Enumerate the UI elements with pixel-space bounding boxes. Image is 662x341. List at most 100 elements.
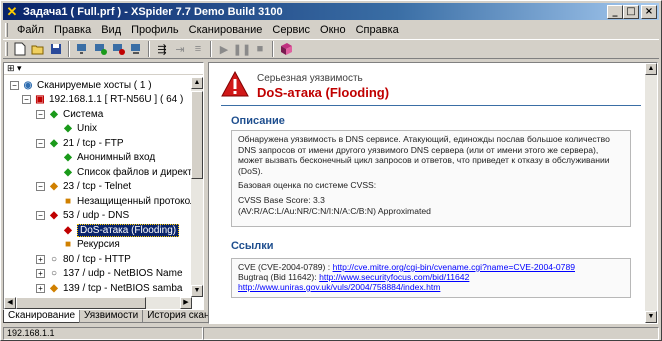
xspider-logo-icon: ✕ xyxy=(6,3,18,19)
play-icon[interactable]: ▶ xyxy=(216,41,232,57)
tree-node-label[interactable]: Рекурсия xyxy=(77,239,120,250)
collapse-icon[interactable]: − xyxy=(22,95,31,104)
tree-connector xyxy=(50,124,59,133)
tree-node-label[interactable]: Система xyxy=(63,109,103,120)
port-icon: ○ xyxy=(50,268,58,279)
tree-node-label[interactable]: DoS-атака (Flooding) xyxy=(77,223,180,237)
tab-vulnerabilities[interactable]: Уязвимости xyxy=(79,310,144,323)
save-icon[interactable] xyxy=(48,41,64,57)
minimize-button[interactable]: _ xyxy=(607,4,623,19)
title-bar[interactable]: ✕ Задача1 ( Full.prf ) - XSpider 7.7 Dem… xyxy=(3,3,659,20)
tree-node-label[interactable]: 21 / tcp - FTP xyxy=(63,138,124,149)
maximize-button[interactable]: □ xyxy=(623,4,639,19)
help-book-icon[interactable] xyxy=(278,41,294,57)
vuln-icon: ◆ xyxy=(64,224,72,236)
collapse-icon[interactable]: − xyxy=(36,109,45,119)
host-import-icon[interactable] xyxy=(110,41,126,57)
toolbar: ⇶ ⇥ ≡ ▶ ❚❚ ■ xyxy=(3,39,659,59)
toolbar-separator xyxy=(68,41,70,57)
scan-tree: − ◉ Сканируемые хосты ( 1 ) − ▣ 192.168.1.1 [… xyxy=(4,77,192,309)
info-icon: ◆ xyxy=(64,152,72,163)
link-prefix: Bugtraq (Bid 11642): xyxy=(238,272,320,282)
open-folder-icon[interactable] xyxy=(30,41,46,57)
collapse-icon[interactable]: − xyxy=(36,182,45,191)
scroll-up-icon[interactable]: ▲ xyxy=(645,63,657,75)
menu-help[interactable]: Справка xyxy=(351,24,404,36)
scroll-thumb[interactable] xyxy=(191,91,203,179)
warning-triangle-icon xyxy=(221,71,249,97)
scroll-down-icon[interactable]: ▼ xyxy=(191,285,203,297)
menu-grip[interactable] xyxy=(5,23,8,37)
cvss-vector: (AV:R/AC:L/Au:NR/C:N/I:N/A:C/B:N) Approx… xyxy=(238,205,431,216)
bugtraq-link[interactable]: http://www.securityfocus.com/bid/11642 xyxy=(319,272,469,282)
scan-tree-panel: ⊞ ▾ − ◉ Сканируемые хосты ( 1 ) − ▣ 192.168.1… xyxy=(3,62,204,310)
uniras-link[interactable]: http://www.uniras.gov.uk/vuls/2004/75888… xyxy=(238,282,440,292)
window-title: Задача1 ( Full.prf ) - XSpider 7.7 Demo … xyxy=(23,5,283,18)
host-add-icon[interactable] xyxy=(74,41,90,57)
scan-list-icon[interactable]: ≡ xyxy=(190,41,206,57)
scan-start-icon[interactable]: ⇶ xyxy=(154,41,170,57)
scroll-up-icon[interactable]: ▲ xyxy=(191,77,203,89)
tree-node-label[interactable]: Список файлов и директори xyxy=(77,167,192,178)
toolbar-grip[interactable] xyxy=(5,42,8,56)
menu-edit[interactable]: Правка xyxy=(49,24,96,36)
collapse-icon[interactable]: − xyxy=(10,80,19,90)
status-bar: 192.168.1.1 xyxy=(3,326,659,340)
new-task-icon[interactable] xyxy=(12,41,28,57)
tree-connector xyxy=(50,240,59,249)
detail-vertical-scrollbar[interactable]: ▲ ▼ xyxy=(645,63,657,323)
status-ip: 192.168.1.1 xyxy=(3,326,203,340)
host-remove-icon[interactable] xyxy=(128,41,144,57)
expand-icon[interactable]: + xyxy=(36,254,45,264)
tree-node-label[interactable]: 23 / tcp - Telnet xyxy=(63,181,131,192)
title-divider xyxy=(221,105,641,106)
stop-icon[interactable]: ■ xyxy=(252,41,268,57)
description-heading: Описание xyxy=(231,115,285,127)
collapse-icon[interactable]: − xyxy=(36,211,45,220)
scan-step-icon[interactable]: ⇥ xyxy=(172,41,188,57)
menu-profile[interactable]: Профиль xyxy=(126,24,184,36)
close-button[interactable]: × xyxy=(641,4,657,19)
info-icon: ◆ xyxy=(64,123,72,134)
tree-node-label[interactable]: Сканируемые хосты ( 1 ) xyxy=(37,80,152,91)
info-icon: ◆ xyxy=(64,166,72,178)
tree-vertical-scrollbar[interactable]: ▲ ▼ xyxy=(191,77,203,297)
tree-node-label[interactable]: Незащищенный протокол xyxy=(77,196,192,207)
tree-connector xyxy=(50,153,59,162)
menu-service[interactable]: Сервис xyxy=(267,24,315,36)
tree-node-label[interactable]: 53 / udp - DNS xyxy=(63,210,129,221)
app-window: ✕ Задача1 ( Full.prf ) - XSpider 7.7 Dem… xyxy=(0,0,662,341)
tree-node-label[interactable]: Анонимный вход xyxy=(77,152,155,163)
link-prefix: CVE (CVE-2004-0789) : xyxy=(238,262,333,272)
tree-node-label[interactable]: 137 / udp - NetBIOS Name xyxy=(63,268,183,279)
tree-node-label[interactable]: Unix xyxy=(77,123,97,134)
tree-header[interactable]: ⊞ ▾ xyxy=(4,63,203,75)
menu-scan[interactable]: Сканирование xyxy=(184,24,268,36)
link-row-uniras: http://www.uniras.gov.uk/vuls/2004/75888… xyxy=(238,282,624,292)
host-range-icon[interactable] xyxy=(92,41,108,57)
expand-icon[interactable]: + xyxy=(36,269,45,278)
menu-file[interactable]: Файл xyxy=(12,24,49,36)
tree-node-label[interactable]: 139 / tcp - NetBIOS samba xyxy=(63,283,183,294)
cve-link[interactable]: http://cve.mitre.org/cgi-bin/cvename.cgi… xyxy=(333,262,575,272)
tree-node-label[interactable]: 80 / tcp - HTTP xyxy=(63,254,131,265)
scroll-left-icon[interactable]: ◀ xyxy=(4,297,16,309)
tree-connector xyxy=(50,168,59,177)
links-heading: Ссылки xyxy=(231,240,274,252)
scroll-down-icon[interactable]: ▼ xyxy=(645,311,657,323)
toolbar-separator xyxy=(210,41,212,57)
tree-connector xyxy=(50,226,59,235)
menu-window[interactable]: Окно xyxy=(315,24,351,36)
status-message xyxy=(203,326,659,340)
expand-icon[interactable]: + xyxy=(36,283,45,293)
tree-view-toggle[interactable]: ⊞ ▾ xyxy=(7,63,22,74)
scroll-right-icon[interactable]: ▶ xyxy=(180,297,192,309)
collapse-icon[interactable]: − xyxy=(36,138,45,148)
tree-node-label[interactable]: 192.168.1.1 [ RT-N56U ] ( 64 ) xyxy=(49,94,183,105)
tree-horizontal-scrollbar[interactable]: ◀ ▶ xyxy=(4,297,192,309)
severity-label: Серьезная уязвимость xyxy=(257,73,363,84)
menu-view[interactable]: Вид xyxy=(96,24,126,36)
tab-scanning[interactable]: Сканирование xyxy=(3,310,81,323)
pause-icon[interactable]: ❚❚ xyxy=(233,41,251,57)
scroll-thumb[interactable] xyxy=(16,297,146,309)
